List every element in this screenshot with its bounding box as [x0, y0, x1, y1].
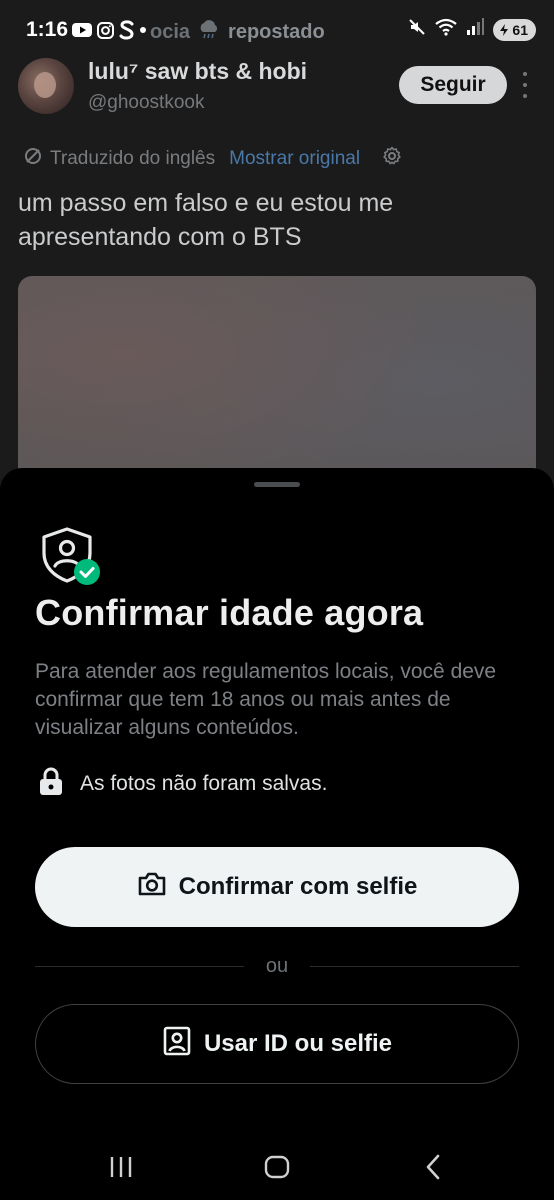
background-tweet: 1:16 ocia repostado 61 lulu⁷ saw bts & h…: [0, 0, 554, 536]
recent-apps-icon[interactable]: [108, 1156, 134, 1183]
battery-level: 61: [512, 21, 528, 38]
repost-context: ocia repostado: [150, 19, 325, 45]
follow-button[interactable]: Seguir: [399, 66, 507, 104]
status-notification-icons: [72, 19, 146, 41]
instagram-icon: [97, 21, 114, 39]
tweet-text: um passo em falso e eu estou me apresent…: [18, 189, 394, 251]
system-navigation-bar: [0, 1130, 554, 1200]
lock-icon: [38, 766, 64, 801]
status-system-icons: 61: [408, 18, 536, 41]
tweet-author-row: lulu⁷ saw bts & hobi @ghoostkook Seguir: [18, 58, 538, 118]
shield-user-check-icon: [40, 526, 106, 592]
signal-icon: [466, 18, 485, 41]
translation-settings-icon[interactable]: [382, 146, 402, 172]
s-app-icon: [119, 19, 135, 41]
privacy-note: As fotos não foram salvas.: [38, 766, 327, 801]
wifi-icon: [435, 18, 458, 41]
dot-icon: [140, 27, 146, 33]
translate-icon: [24, 147, 42, 171]
privacy-note-text: As fotos não foram salvas.: [80, 771, 328, 795]
sheet-description: Para atender aos regulamentos locais, vo…: [35, 660, 497, 739]
translation-row: Traduzido do inglês Mostrar original: [24, 146, 402, 172]
use-id-or-selfie-button[interactable]: Usar ID ou selfie: [35, 1004, 519, 1084]
age-verification-sheet: Confirmar idade agora Para atender aos r…: [0, 468, 554, 1200]
more-options-icon[interactable]: [518, 72, 532, 98]
show-original-link[interactable]: Mostrar original: [229, 148, 360, 170]
author-name[interactable]: lulu⁷ saw bts & hobi: [88, 58, 307, 85]
sheet-title: Confirmar idade agora: [35, 592, 424, 633]
screen: 1:16 ocia repostado 61 lulu⁷ saw bts & h…: [0, 0, 554, 1200]
id-card-icon: [162, 1026, 192, 1063]
camera-icon: [137, 871, 167, 904]
battery-icon: 61: [493, 18, 536, 41]
or-divider: ou: [35, 954, 519, 978]
status-time: 1:16: [26, 18, 69, 41]
status-bar: 1:16 ocia repostado 61: [0, 0, 554, 58]
drag-handle[interactable]: [254, 482, 300, 487]
repost-icon: [198, 19, 220, 45]
mute-icon: [408, 18, 426, 41]
confirm-with-selfie-label: Confirmar com selfie: [178, 873, 418, 900]
use-id-or-selfie-label: Usar ID ou selfie: [203, 1030, 393, 1057]
back-icon[interactable]: [424, 1154, 442, 1185]
home-icon[interactable]: [264, 1155, 290, 1184]
author-handle[interactable]: @ghoostkook: [88, 92, 204, 114]
translated-label: Traduzido do inglês: [50, 148, 216, 169]
repost-label: repostado: [228, 20, 325, 43]
youtube-icon: [72, 23, 92, 37]
confirm-with-selfie-button[interactable]: Confirmar com selfie: [35, 847, 519, 927]
avatar[interactable]: [18, 58, 74, 114]
repost-context-partial: ocia: [150, 20, 191, 43]
or-divider-label: ou: [265, 954, 289, 977]
